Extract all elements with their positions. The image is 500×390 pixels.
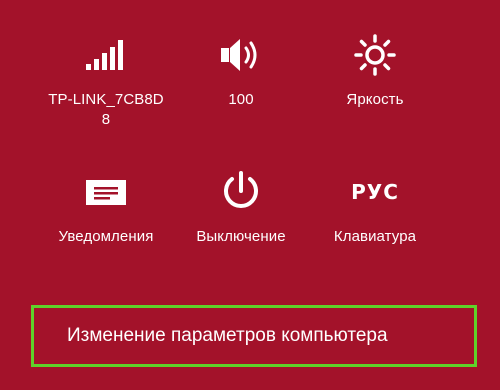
brightness-tile[interactable]: Яркость [310,27,440,110]
volume-label: 100 [228,91,254,108]
sun-icon [310,27,440,83]
keyboard-language-text: РУС [351,180,399,204]
power-tile[interactable]: Выключение [176,164,306,247]
keyboard-language-indicator: РУС [310,164,440,220]
network-label: TP-LINK_7CB8D8 [48,91,164,128]
keyboard-tile[interactable]: РУС Клавиатура [310,164,440,247]
speaker-icon [176,27,306,83]
network-tile[interactable]: TP-LINK_7CB8D8 [41,27,171,130]
change-pc-settings-link[interactable]: Изменение параметров компьютера [31,305,477,367]
notifications-label: Уведомления [58,228,154,245]
keyboard-label: Клавиатура [333,228,417,245]
brightness-label: Яркость [346,91,404,108]
power-icon [176,164,306,220]
change-pc-settings-label: Изменение параметров компьютера [67,325,388,346]
signal-bars-icon [41,27,171,83]
power-label: Выключение [196,228,286,245]
settings-charm-panel: TP-LINK_7CB8D8 100 Яркость Уведомления В… [0,0,500,390]
notifications-tile[interactable]: Уведомления [41,164,171,247]
volume-tile[interactable]: 100 [176,27,306,110]
message-icon [41,164,171,220]
